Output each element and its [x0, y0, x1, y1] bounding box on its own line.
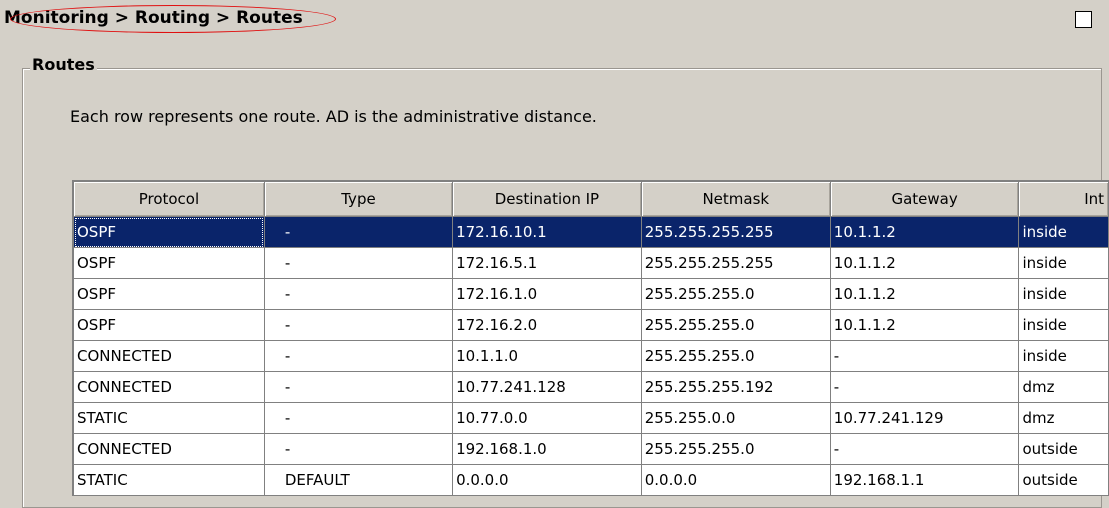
cell-gateway: 10.77.241.129 — [830, 402, 1020, 434]
routes-table: Protocol Type Destination IP Netmask Gat… — [74, 182, 1109, 496]
cell-interface: dmz — [1018, 371, 1109, 403]
cell-gateway: - — [830, 433, 1020, 465]
cell-protocol: OSPF — [74, 278, 265, 310]
cell-netmask: 255.255.255.0 — [641, 433, 831, 465]
cell-protocol: OSPF — [74, 247, 265, 279]
cell-protocol: CONNECTED — [74, 433, 265, 465]
annotation-oval — [10, 5, 336, 33]
title-bar: Monitoring > Routing > Routes — [0, 0, 1109, 40]
cell-interface: outside — [1018, 433, 1109, 465]
table-row[interactable]: CONNECTED -192.168.1.0 255.255.255.0 - outs… — [74, 433, 1109, 465]
cell-type: - — [264, 216, 454, 248]
table-row[interactable]: OSPF -172.16.2.0 255.255.255.0 10.1.1.2 insi… — [74, 309, 1109, 341]
cell-netmask: 255.255.255.255 — [641, 216, 831, 248]
cell-protocol: CONNECTED — [74, 371, 265, 403]
cell-interface: inside — [1018, 216, 1109, 248]
cell-protocol: CONNECTED — [74, 340, 265, 372]
cell-gateway: - — [830, 340, 1020, 372]
routes-table-container[interactable]: Protocol Type Destination IP Netmask Gat… — [72, 180, 1109, 496]
column-header-gateway[interactable]: Gateway — [830, 182, 1020, 217]
cell-gateway: 10.1.1.2 — [830, 216, 1020, 248]
cell-netmask: 255.255.255.0 — [641, 340, 831, 372]
description-text: Each row represents one route. AD is the… — [70, 107, 597, 126]
cell-protocol: STATIC — [74, 402, 265, 434]
cell-type: - — [264, 371, 454, 403]
cell-gateway: 10.1.1.2 — [830, 309, 1020, 341]
cell-destination-ip: 172.16.1.0 — [452, 278, 642, 310]
column-header-protocol[interactable]: Protocol — [74, 182, 265, 217]
table-row[interactable]: CONNECTED -10.77.241.128 255.255.255.192 -… — [74, 371, 1109, 403]
cell-interface: outside — [1018, 464, 1109, 496]
table-row[interactable]: OSPF -172.16.1.0 255.255.255.0 10.1.1.2 insi… — [74, 278, 1109, 310]
cell-netmask: 255.255.255.0 — [641, 309, 831, 341]
cell-netmask: 255.255.255.255 — [641, 247, 831, 279]
cell-destination-ip: 172.16.2.0 — [452, 309, 642, 341]
cell-netmask: 255.255.255.0 — [641, 278, 831, 310]
cell-destination-ip: 0.0.0.0 — [452, 464, 642, 496]
column-header-destination-ip[interactable]: Destination IP — [452, 182, 642, 217]
cell-destination-ip: 10.1.1.0 — [452, 340, 642, 372]
cell-type: - — [264, 340, 454, 372]
cell-interface: dmz — [1018, 402, 1109, 434]
cell-destination-ip: 172.16.5.1 — [452, 247, 642, 279]
cell-gateway: 10.1.1.2 — [830, 247, 1020, 279]
cell-type: - — [264, 309, 454, 341]
cell-interface: inside — [1018, 309, 1109, 341]
cell-type: - — [264, 247, 454, 279]
cell-type: - — [264, 402, 454, 434]
cell-type: DEFAULT — [264, 464, 454, 496]
column-header-type[interactable]: Type — [264, 182, 454, 217]
cell-protocol: OSPF — [74, 216, 265, 248]
column-header-interface[interactable]: Int — [1018, 182, 1109, 217]
cell-destination-ip: 172.16.10.1 — [452, 216, 642, 248]
table-row[interactable]: OSPF -172.16.5.1 255.255.255.255 10.1.1.2 in… — [74, 247, 1109, 279]
cell-gateway: 192.168.1.1 — [830, 464, 1020, 496]
cell-gateway: - — [830, 371, 1020, 403]
groupbox-title: Routes — [30, 55, 97, 74]
maximize-icon[interactable] — [1075, 11, 1092, 28]
table-header-row: Protocol Type Destination IP Netmask Gat… — [74, 182, 1109, 217]
cell-interface: inside — [1018, 278, 1109, 310]
cell-destination-ip: 192.168.1.0 — [452, 433, 642, 465]
cell-destination-ip: 10.77.0.0 — [452, 402, 642, 434]
cell-gateway: 10.1.1.2 — [830, 278, 1020, 310]
cell-type: - — [264, 433, 454, 465]
table-row[interactable]: CONNECTED -10.1.1.0 255.255.255.0 - inside — [74, 340, 1109, 372]
column-header-netmask[interactable]: Netmask — [641, 182, 831, 217]
cell-destination-ip: 10.77.241.128 — [452, 371, 642, 403]
cell-protocol: OSPF — [74, 309, 265, 341]
cell-interface: inside — [1018, 247, 1109, 279]
table-row[interactable]: OSPF -172.16.10.1 255.255.255.255 10.1.1.2 i… — [74, 216, 1109, 248]
cell-netmask: 0.0.0.0 — [641, 464, 831, 496]
cell-protocol: STATIC — [74, 464, 265, 496]
table-row[interactable]: STATIC -10.77.0.0 255.255.0.0 10.77.241.129… — [74, 402, 1109, 434]
cell-type: - — [264, 278, 454, 310]
cell-netmask: 255.255.255.192 — [641, 371, 831, 403]
cell-netmask: 255.255.0.0 — [641, 402, 831, 434]
cell-interface: inside — [1018, 340, 1109, 372]
table-row[interactable]: STATIC DEFAULT 0.0.0.0 0.0.0.0 192.168.1.1 ou… — [74, 464, 1109, 496]
